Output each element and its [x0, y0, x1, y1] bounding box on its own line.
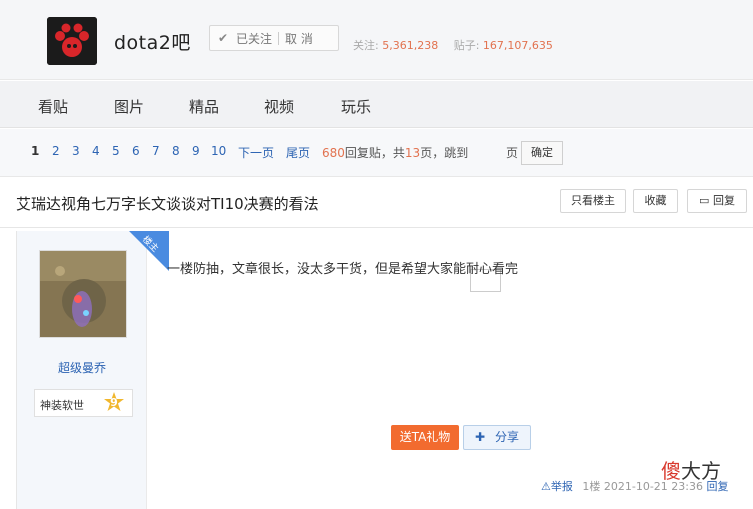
- jump-confirm-button[interactable]: 确定: [521, 141, 563, 165]
- warning-icon: ⚠: [541, 480, 551, 493]
- forum-name[interactable]: dota2吧: [114, 28, 191, 55]
- posts-count: 167,107,635: [482, 39, 553, 52]
- page-link[interactable]: 8: [172, 144, 180, 158]
- page-link[interactable]: 6: [132, 144, 140, 158]
- last-page-link[interactable]: 尾页: [286, 144, 310, 161]
- report-link[interactable]: ⚠举报: [541, 480, 573, 493]
- tab-images[interactable]: 图片: [114, 96, 144, 117]
- floor-number: 1楼: [582, 480, 601, 493]
- post-content: 一楼防抽，文章很长，没太多干货，但是希望大家能耐心看完: [167, 262, 519, 277]
- thread-title: 艾瑞达视角七万字长文谈谈对TI10决赛的看法: [16, 195, 319, 213]
- page-link[interactable]: 3: [72, 144, 80, 158]
- favorite-button[interactable]: 收藏: [633, 189, 678, 213]
- page-text: 页，跳到: [420, 146, 469, 160]
- comment-icon: ▭: [699, 194, 710, 207]
- page-link[interactable]: 10: [211, 144, 226, 158]
- reply-count: 680: [322, 146, 345, 160]
- badge-label: 神装软世: [40, 399, 84, 412]
- op-corner-badge: 楼主: [129, 231, 169, 271]
- level-number: 9: [110, 396, 118, 409]
- next-page-link[interactable]: 下一页: [238, 144, 274, 161]
- page-link[interactable]: 5: [112, 144, 120, 158]
- forum-logo[interactable]: [47, 17, 97, 65]
- only-author-button[interactable]: 只看楼主: [560, 189, 626, 213]
- forum-nav: 看贴 图片 精品 视频 玩乐: [0, 81, 753, 128]
- page-link[interactable]: 9: [192, 144, 200, 158]
- author-name[interactable]: 超级曼乔: [17, 359, 147, 376]
- level-star-icon: 9: [103, 392, 125, 414]
- tab-fun[interactable]: 玩乐: [341, 96, 371, 117]
- follow-toggle-button[interactable]: ✔ 已关注 取 消: [209, 25, 339, 51]
- followers-count: 5,361,238: [382, 39, 439, 52]
- page-link[interactable]: 4: [92, 144, 100, 158]
- thread-title-bar: 艾瑞达视角七万字长文谈谈对TI10决赛的看法 只看楼主 收藏 ▭ 回复: [0, 178, 753, 228]
- reply-button-label: 回复: [712, 194, 735, 207]
- send-gift-button[interactable]: 送TA礼物: [391, 425, 459, 450]
- pagination: 1 2 3 4 5 6 7 8 9 10 下一页 尾页 680回复贴，共13页，…: [0, 129, 753, 292]
- divider: [278, 31, 280, 45]
- avatar[interactable]: [39, 250, 127, 338]
- page-suffix: 页: [506, 146, 519, 160]
- reply-summary: 680回复贴，共13页，跳到: [322, 144, 468, 161]
- tab-featured[interactable]: 精品: [189, 96, 219, 117]
- followed-label: 已关注: [236, 31, 273, 46]
- share-button[interactable]: ✚ 分享: [463, 425, 531, 450]
- reply-text: 回复贴，共: [344, 146, 405, 160]
- page-link[interactable]: 2: [52, 144, 60, 158]
- share-label: 分享: [494, 430, 519, 444]
- page-link-current: 1: [31, 144, 40, 158]
- unfollow-button[interactable]: 取 消: [285, 30, 313, 47]
- forum-header: dota2吧 ✔ 已关注 取 消 关注: 5,361,238 贴子: 167,1…: [0, 0, 753, 80]
- member-badge[interactable]: 神装软世 9: [34, 389, 133, 417]
- author-panel: 超级曼乔 神装软世 9 楼主: [17, 231, 169, 509]
- share-plus-icon: ✚: [475, 430, 486, 444]
- tab-posts[interactable]: 看贴: [38, 96, 68, 117]
- followers-label: 关注:: [353, 39, 379, 52]
- post-floor-1: 超级曼乔 神装软世 9 楼主 一楼防抽，文章很长，没太多干货，但是希望大家能耐心…: [16, 231, 753, 509]
- posts-label: 贴子:: [453, 39, 480, 52]
- page-count: 13: [404, 146, 421, 160]
- forum-stats: 关注: 5,361,238 贴子: 167,107,635: [353, 37, 565, 53]
- check-icon: ✔: [218, 31, 229, 45]
- reply-button[interactable]: ▭ 回复: [687, 189, 747, 213]
- tab-videos[interactable]: 视频: [264, 96, 294, 117]
- watermark: 傻大方: [661, 459, 721, 483]
- page-link[interactable]: 7: [152, 144, 160, 158]
